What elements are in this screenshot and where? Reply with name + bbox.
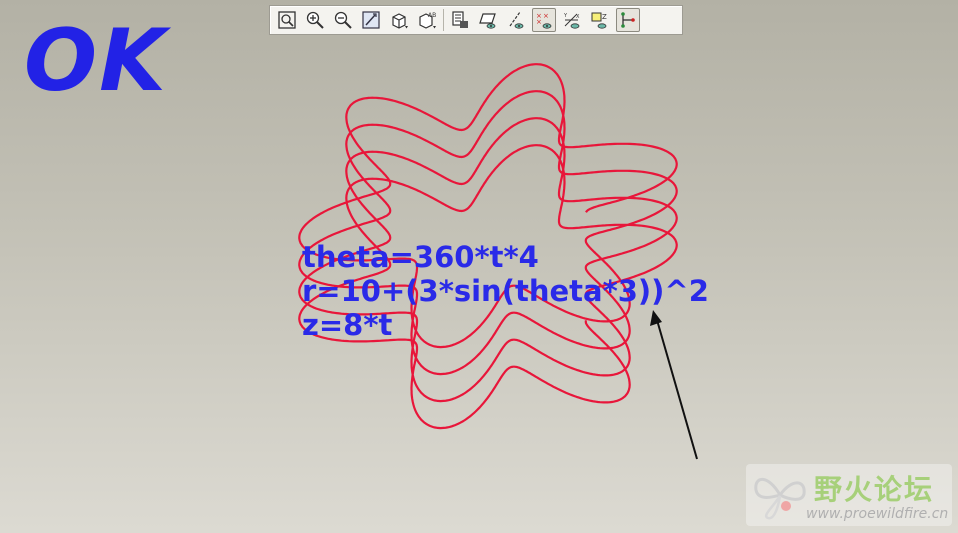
- equation-theta: theta=360*t*4: [302, 240, 539, 274]
- graphics-viewport[interactable]: AB × × × YX Z OK theta=360*t*4 r=10+(3*s…: [0, 0, 958, 533]
- equation-text: theta=360*t*4 r=10+(3*sin(theta*3))^2 z=…: [302, 240, 709, 342]
- watermark: 野火论坛 www.proewildfire.cn: [746, 464, 952, 526]
- watermark-name: 野火论坛: [814, 473, 935, 506]
- equation-z: z=8*t: [302, 308, 393, 342]
- watermark-url: www.proewildfire.cn: [806, 506, 949, 522]
- equation-r: r=10+(3*sin(theta*3))^2: [302, 274, 709, 308]
- butterfly-logo-icon: [754, 477, 806, 520]
